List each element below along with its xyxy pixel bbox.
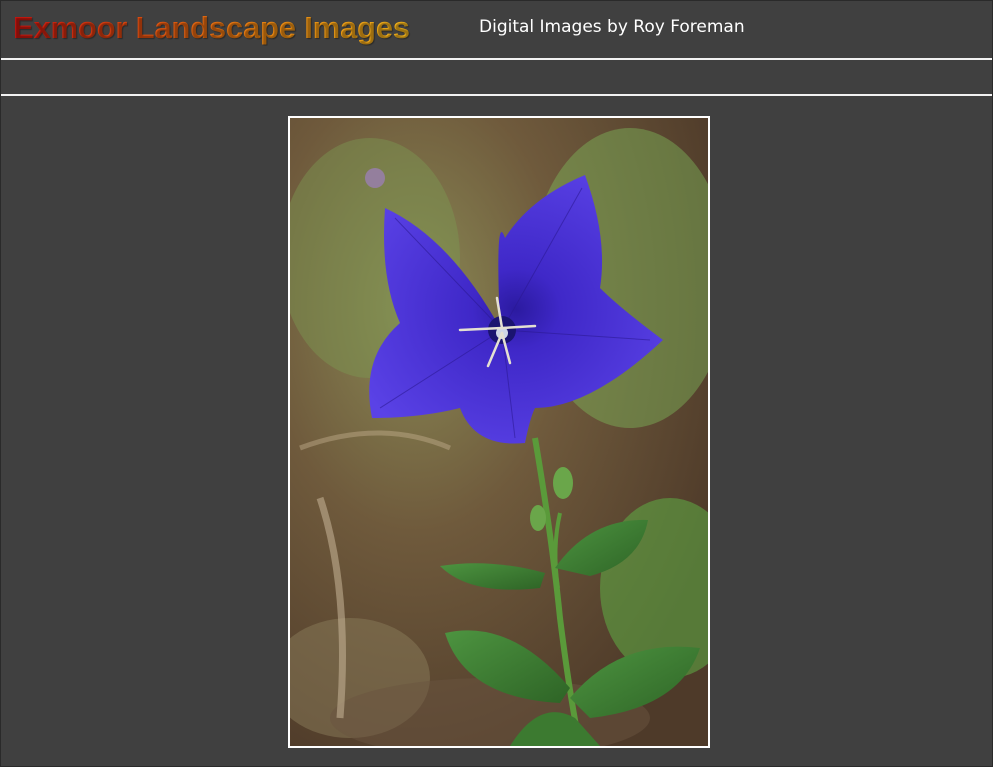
site-subtitle: Digital Images by Roy Foreman [479,17,745,37]
main-photo[interactable] [288,116,710,748]
page: Exmoor Landscape Images Digital Images b… [0,0,993,767]
flower-photo-image [290,118,708,746]
nav-bar [1,60,992,96]
site-title[interactable]: Exmoor Landscape Images [13,9,410,47]
site-header: Exmoor Landscape Images Digital Images b… [1,1,992,60]
